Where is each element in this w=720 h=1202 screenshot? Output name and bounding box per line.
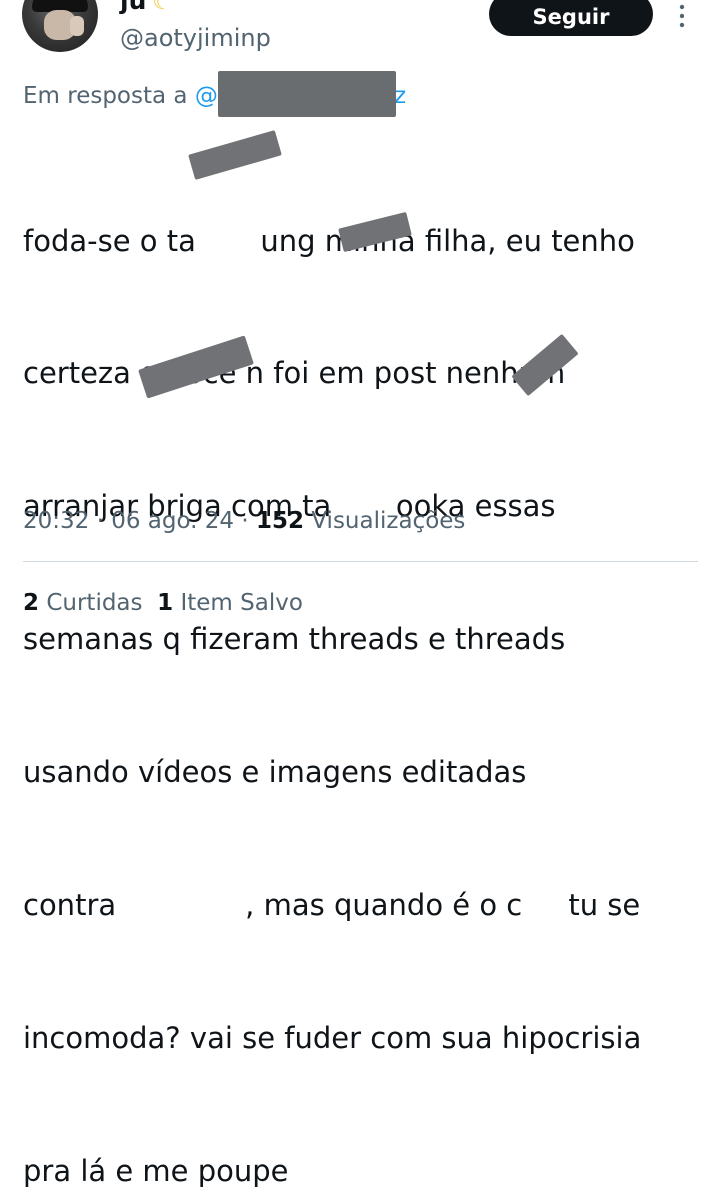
- likes-count[interactable]: 2: [23, 590, 39, 616]
- crescent-moon-icon: ☾: [152, 0, 173, 15]
- engagement-stats: 2 Curtidas 1 Item Salvo: [23, 586, 303, 620]
- tweet-line: contra , mas quando é o c tu se: [23, 888, 641, 923]
- reply-context: Em resposta a @: [23, 80, 218, 112]
- avatar-hand: [70, 16, 84, 36]
- tweet-line: incomoda? vai se fuder com sua hipocrisi…: [23, 1020, 642, 1055]
- views-count: 152: [256, 508, 305, 534]
- likes-label[interactable]: Curtidas: [46, 590, 142, 616]
- tweet-meta: 20:32 · 06 ago. 24 · 152 Visualizações: [23, 504, 465, 538]
- tweet-time[interactable]: 20:32: [23, 508, 89, 534]
- divider: [23, 561, 698, 562]
- display-name-text: ju: [120, 0, 147, 15]
- tweet-line: pra lá e me poupe: [23, 1153, 289, 1188]
- avatar[interactable]: [22, 0, 98, 52]
- meta-separator: ·: [89, 508, 112, 534]
- tweet-line: certeza q você n foi em post nenhum: [23, 356, 566, 391]
- meta-separator: ·: [234, 508, 256, 534]
- more-options-icon[interactable]: [678, 4, 686, 28]
- saves-count[interactable]: 1: [157, 590, 173, 616]
- saves-label[interactable]: Item Salvo: [180, 590, 302, 616]
- tweet-date[interactable]: 06 ago. 24: [111, 508, 234, 534]
- reply-mention-start[interactable]: @: [195, 83, 218, 109]
- views-label: Visualizações: [304, 508, 466, 534]
- display-name[interactable]: ju ☾: [120, 0, 172, 18]
- redaction-box: [218, 71, 396, 117]
- tweet-line: usando vídeos e imagens editadas: [23, 755, 527, 790]
- user-handle[interactable]: @aotyjiminp: [120, 22, 271, 54]
- tweet-line: semanas q fizeram threads e threads: [23, 622, 566, 657]
- tweet-text: foda-se o ta ung minha filha, eu tenho c…: [23, 130, 713, 1202]
- reply-prefix: Em resposta a: [23, 83, 188, 109]
- follow-button[interactable]: Seguir: [489, 0, 653, 36]
